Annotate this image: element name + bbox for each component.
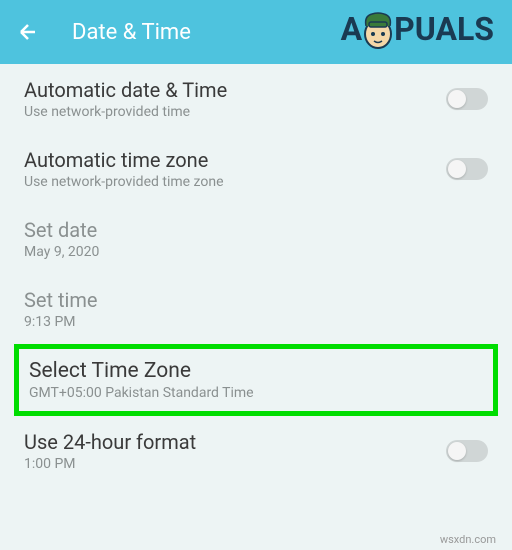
watermark-text-right: PUALS — [394, 10, 494, 48]
setting-set-date[interactable]: Set date May 9, 2020 — [0, 204, 512, 274]
setting-text: Automatic time zone Use network-provided… — [24, 148, 446, 190]
setting-title: Automatic time zone — [24, 148, 446, 172]
setting-title: Set date — [24, 218, 488, 242]
setting-subtitle: Use network-provided time — [24, 104, 446, 120]
setting-auto-time-zone[interactable]: Automatic time zone Use network-provided… — [0, 134, 512, 204]
toggle-knob — [448, 160, 466, 178]
setting-title: Select Time Zone — [29, 359, 483, 383]
setting-set-time[interactable]: Set time 9:13 PM — [0, 274, 512, 344]
setting-title: Use 24-hour format — [24, 430, 446, 454]
setting-text: Set time 9:13 PM — [24, 288, 488, 330]
setting-subtitle: 9:13 PM — [24, 314, 488, 330]
setting-subtitle: GMT+05:00 Pakistan Standard Time — [29, 385, 483, 401]
page-title: Date & Time — [72, 20, 191, 45]
setting-text: Set date May 9, 2020 — [24, 218, 488, 260]
highlight-select-time-zone[interactable]: Select Time Zone GMT+05:00 Pakistan Stan… — [14, 344, 498, 416]
setting-subtitle: May 9, 2020 — [24, 244, 488, 260]
source-watermark: wsxdn.com — [440, 533, 496, 546]
back-button[interactable] — [16, 20, 40, 44]
toggle-auto-zone[interactable] — [446, 158, 488, 180]
setting-subtitle: Use network-provided time zone — [24, 174, 446, 190]
watermark-mascot-icon — [360, 8, 396, 50]
setting-text: Select Time Zone GMT+05:00 Pakistan Stan… — [29, 359, 483, 401]
toggle-24h[interactable] — [446, 440, 488, 462]
settings-list: Automatic date & Time Use network-provid… — [0, 64, 512, 486]
arrow-left-icon — [16, 20, 40, 44]
setting-title: Automatic date & Time — [24, 78, 446, 102]
setting-title: Set time — [24, 288, 488, 312]
setting-text: Automatic date & Time Use network-provid… — [24, 78, 446, 120]
setting-24-hour-format[interactable]: Use 24-hour format 1:00 PM — [0, 416, 512, 486]
toggle-knob — [448, 442, 466, 460]
setting-auto-date-time[interactable]: Automatic date & Time Use network-provid… — [0, 64, 512, 134]
toggle-auto-date[interactable] — [446, 88, 488, 110]
watermark-text-left: A — [341, 10, 363, 48]
setting-text: Use 24-hour format 1:00 PM — [24, 430, 446, 472]
watermark-logo: A PUALS — [341, 8, 494, 50]
setting-subtitle: 1:00 PM — [24, 456, 446, 472]
toggle-knob — [448, 90, 466, 108]
